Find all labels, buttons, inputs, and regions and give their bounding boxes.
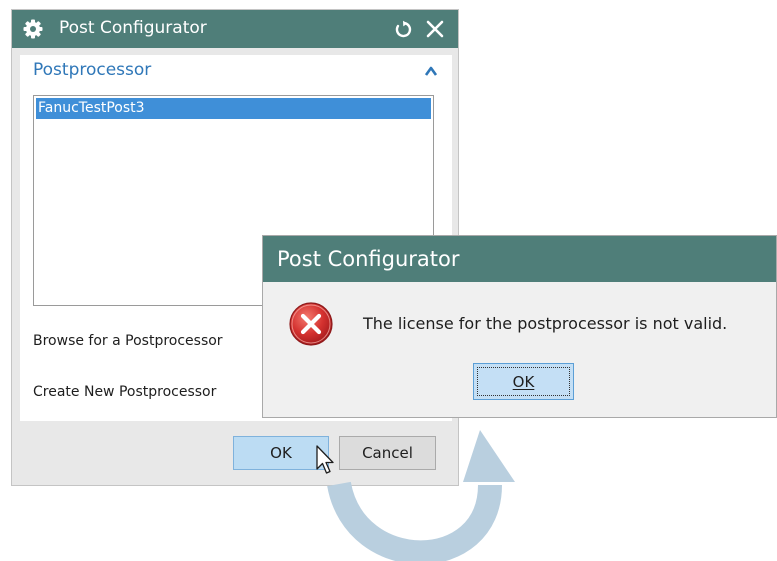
mouse-cursor-icon [316,445,334,474]
error-ok-button[interactable]: OK [473,363,574,400]
close-icon[interactable] [425,19,445,39]
error-dialog-title: Post Configurator [277,247,460,271]
ok-button[interactable]: OK [233,436,329,470]
reset-icon[interactable] [394,20,412,38]
postprocessor-section-header[interactable]: Postprocessor [33,60,151,80]
error-icon [289,302,333,346]
create-postprocessor-action[interactable]: Create New Postprocessor [33,384,216,400]
browse-postprocessor-action[interactable]: Browse for a Postprocessor [33,333,223,349]
list-item-selected[interactable]: FanucTestPost3 [36,98,431,119]
error-ok-label: OK [512,373,535,391]
error-message: The license for the postprocessor is not… [363,314,728,333]
error-dialog: Post Configurator The license for the po… [262,235,777,418]
error-ok-focus-rect: OK [477,367,570,396]
dialog-titlebar: Post Configurator [12,10,458,48]
dialog-title: Post Configurator [59,18,207,38]
chevron-up-icon[interactable] [424,65,438,77]
curved-arrow-icon [327,430,515,561]
error-dialog-titlebar: Post Configurator [263,236,776,282]
gear-icon [23,19,43,39]
